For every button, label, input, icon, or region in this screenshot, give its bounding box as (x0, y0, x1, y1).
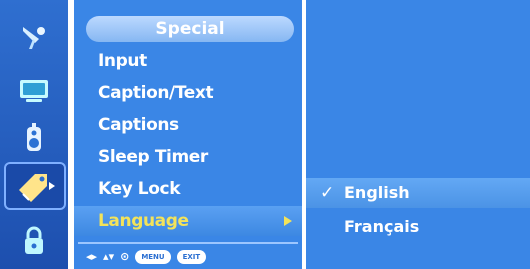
special-menu-button[interactable] (4, 162, 66, 210)
menu-item-captions[interactable]: Captions (98, 110, 179, 140)
up-down-arrows-icon: ▴▾ (103, 250, 115, 263)
special-menu-panel: Special Input Caption/Text Captions Slee… (74, 0, 302, 269)
language-option-english[interactable]: ✓ English (306, 178, 530, 208)
picture-menu-button[interactable] (6, 68, 62, 112)
audio-icon (27, 123, 41, 151)
menu-item-caption-text[interactable]: Caption/Text (98, 78, 214, 108)
language-option-francais[interactable]: Français (344, 212, 419, 242)
menu-item-sleep-timer[interactable]: Sleep Timer (98, 142, 208, 172)
lock-menu-button[interactable] (6, 220, 62, 264)
menu-item-input[interactable]: Input (98, 46, 147, 76)
tv-osd-menu: Special Input Caption/Text Captions Slee… (0, 0, 530, 269)
check-icon: ✓ (320, 183, 335, 203)
navigation-hint-bar: ◂▸ ▴▾ ⊙ MENU EXIT (86, 249, 207, 265)
left-right-arrows-icon: ◂▸ (86, 250, 98, 263)
menu-divider (78, 242, 298, 244)
antenna-icon (23, 27, 45, 49)
antenna-menu-button[interactable] (6, 14, 62, 58)
menu-item-key-lock[interactable]: Key Lock (98, 174, 181, 204)
audio-menu-button[interactable] (6, 116, 62, 160)
menu-title: Special (86, 16, 294, 42)
menu-key-hint: MENU (135, 250, 171, 264)
menu-item-language[interactable]: Language (74, 206, 302, 236)
menu-item-language-label: Language (98, 211, 189, 231)
lock-icon (25, 226, 43, 254)
menu-icon-rail (0, 0, 68, 269)
ok-button-icon: ⊙ (120, 250, 130, 263)
exit-key-hint: EXIT (176, 250, 207, 264)
submenu-arrow-icon (284, 216, 292, 226)
screen-icon (20, 80, 48, 102)
special-tag-icon (19, 174, 55, 202)
language-option-english-label: English (344, 183, 410, 202)
language-submenu-panel: ✓ English Français (306, 0, 530, 269)
